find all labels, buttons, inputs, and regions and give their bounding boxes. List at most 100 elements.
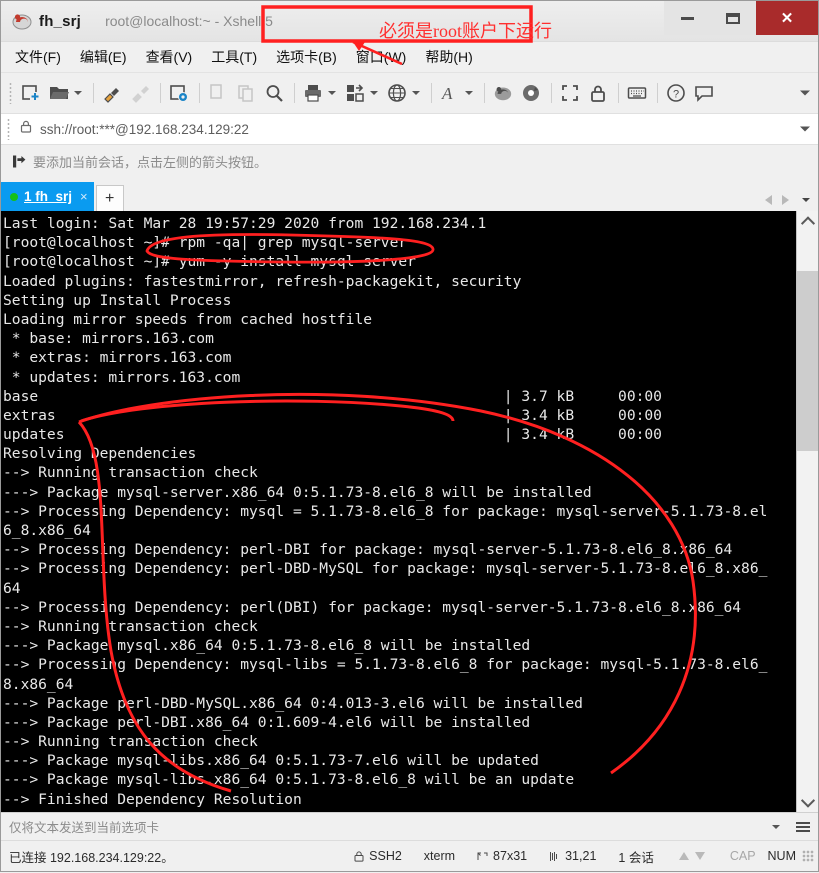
caps-lock-indicator: CAP: [729, 849, 756, 863]
connection-status: 已连接 192.168.234.129:22。: [9, 850, 174, 865]
svg-text:?: ?: [673, 89, 679, 101]
fullscreen-icon[interactable]: [557, 80, 583, 106]
terminal-line: Loading mirror speeds from cached hostfi…: [3, 310, 373, 328]
terminal-output[interactable]: Last login: Sat Mar 28 19:57:29 2020 fro…: [1, 211, 796, 812]
menu-help[interactable]: 帮助(H): [425, 47, 472, 67]
tab-label: 1 fh_srj: [24, 189, 73, 204]
toolbar-grip[interactable]: [9, 82, 12, 104]
terminal-line: 64: [3, 579, 21, 597]
chevron-down-icon: [800, 793, 815, 808]
app-logo-icon: [7, 6, 37, 36]
next-tab-icon[interactable]: [782, 195, 789, 205]
scrollbar-thumb[interactable]: [797, 271, 818, 451]
transfer-indicator: [676, 852, 708, 860]
chevron-up-icon: [800, 215, 815, 230]
add-session-icon[interactable]: [11, 154, 26, 169]
close-button[interactable]: ✕: [756, 1, 818, 35]
prev-tab-icon[interactable]: [765, 195, 772, 205]
tab-list-dropdown-icon[interactable]: [802, 198, 810, 202]
toolbar-separator: [294, 83, 295, 103]
globe-icon[interactable]: [384, 80, 410, 106]
send-text-input[interactable]: 仅将文本发送到当前选项卡: [9, 817, 159, 836]
file-transfer-dropdown-icon[interactable]: [370, 91, 378, 95]
terminal-line: ---> Package perl-DBD-MySQL.x86_64 0:4.0…: [3, 694, 583, 712]
hint-bar: 要添加当前会话，点击左侧的箭头按钮。: [1, 145, 818, 178]
paste-icon: [233, 80, 259, 106]
terminal-line: * extras: mirrors.163.com: [3, 349, 232, 367]
address-bar-grip[interactable]: [7, 118, 10, 140]
chat-icon[interactable]: [691, 80, 717, 106]
session-count-label: 1 会话: [618, 850, 654, 865]
terminal-type-status: xterm: [424, 849, 455, 863]
send-text-bar[interactable]: 仅将文本发送到当前选项卡: [1, 812, 818, 840]
open-folder-dropdown-icon[interactable]: [74, 91, 82, 95]
xshell-icon[interactable]: [490, 80, 516, 106]
terminal-line: ---> Package perl-DBI.x86_64 0:1.609-4.e…: [3, 713, 531, 731]
minimize-button[interactable]: [664, 1, 710, 35]
new-tab-button[interactable]: +: [95, 185, 124, 211]
address-bar[interactable]: ssh://root:***@192.168.234.129:22: [1, 113, 818, 145]
terminal-line: updates | 3.4 kB 00:00: [3, 426, 662, 444]
globe-dropdown-icon[interactable]: [412, 91, 420, 95]
toolbar-separator: [160, 83, 161, 103]
maximize-button[interactable]: [710, 1, 756, 35]
menu-bar: 文件(F) 编辑(E) 查看(V) 工具(T) 选项卡(B) 窗口(W) 帮助(…: [1, 42, 818, 72]
toolbar-separator: [199, 83, 200, 103]
lock-icon[interactable]: [585, 80, 611, 106]
terminal-size-label: 87x31: [493, 849, 528, 863]
maximize-icon: [726, 12, 740, 24]
session-count-status: 1 会话: [618, 847, 653, 866]
help-icon[interactable]: ?: [663, 80, 689, 106]
toolbar-separator: [93, 83, 94, 103]
menu-tab[interactable]: 选项卡(B): [276, 47, 337, 67]
terminal-line: --> Processing Dependency: mysql = 5.1.7…: [3, 502, 768, 520]
xshell-window: fh_srj root@localhost:~ - Xshell 5 ✕ 文件(…: [0, 0, 819, 872]
scroll-down-button[interactable]: [797, 791, 818, 812]
menu-file[interactable]: 文件(F): [15, 47, 61, 67]
terminal-type-label: xterm: [423, 849, 456, 863]
menu-view[interactable]: 查看(V): [146, 47, 193, 67]
terminal-line: * updates: mirrors.163.com: [3, 368, 241, 386]
xftp-icon[interactable]: [518, 80, 544, 106]
menu-tools[interactable]: 工具(T): [211, 47, 257, 67]
num-lock-indicator: NUM: [767, 849, 796, 863]
tab-fh-srj[interactable]: 1 fh_srj ×: [1, 182, 94, 211]
find-icon[interactable]: [261, 80, 287, 106]
menu-window[interactable]: 窗口(W): [356, 47, 407, 67]
window-controls: ✕: [664, 1, 818, 35]
address-bar-dropdown-icon[interactable]: [800, 126, 810, 132]
toolbar-overflow-icon[interactable]: [800, 90, 810, 96]
toolbar-separator: [657, 83, 658, 103]
terminal-line: Last login: Sat Mar 28 19:57:29 2020 fro…: [3, 215, 487, 232]
font-icon[interactable]: A: [437, 80, 463, 106]
terminal-line: Loaded plugins: fastestmirror, refresh-p…: [3, 272, 522, 290]
send-options-icon[interactable]: [796, 820, 810, 834]
terminal-line: --> Processing Dependency: perl-DBI for …: [3, 541, 733, 559]
font-dropdown-icon[interactable]: [465, 91, 473, 95]
keyboard-icon[interactable]: [624, 80, 650, 106]
new-session-icon[interactable]: [18, 80, 44, 106]
tab-close-icon[interactable]: ×: [80, 189, 88, 204]
file-transfer-icon[interactable]: [342, 80, 368, 106]
print-dropdown-icon[interactable]: [328, 91, 336, 95]
terminal-scrollbar[interactable]: [796, 211, 818, 812]
toolbar-separator: [618, 83, 619, 103]
download-arrow-icon: [694, 852, 705, 860]
hint-text: 要添加当前会话，点击左侧的箭头按钮。: [33, 155, 268, 170]
address-input[interactable]: ssh://root:***@192.168.234.129:22: [40, 122, 249, 137]
terminal-line: 8.x86_64: [3, 675, 74, 693]
window-resize-grip[interactable]: [802, 850, 814, 862]
print-icon[interactable]: [300, 80, 326, 106]
scroll-up-button[interactable]: [797, 211, 818, 232]
toolbar-separator: [484, 83, 485, 103]
app-name: fh_srj: [39, 12, 82, 30]
send-target-dropdown-icon[interactable]: [772, 824, 780, 829]
terminal-area: Last login: Sat Mar 28 19:57:29 2020 fro…: [1, 211, 818, 812]
minimize-icon: [680, 16, 694, 20]
menu-edit[interactable]: 编辑(E): [80, 47, 127, 67]
session-properties-icon[interactable]: [166, 80, 192, 106]
connect-icon[interactable]: [99, 80, 125, 106]
open-folder-icon[interactable]: [46, 80, 72, 106]
terminal-line: --> Running transaction check: [3, 733, 258, 751]
annotation-note: 必须是root账户下运行: [379, 21, 552, 41]
